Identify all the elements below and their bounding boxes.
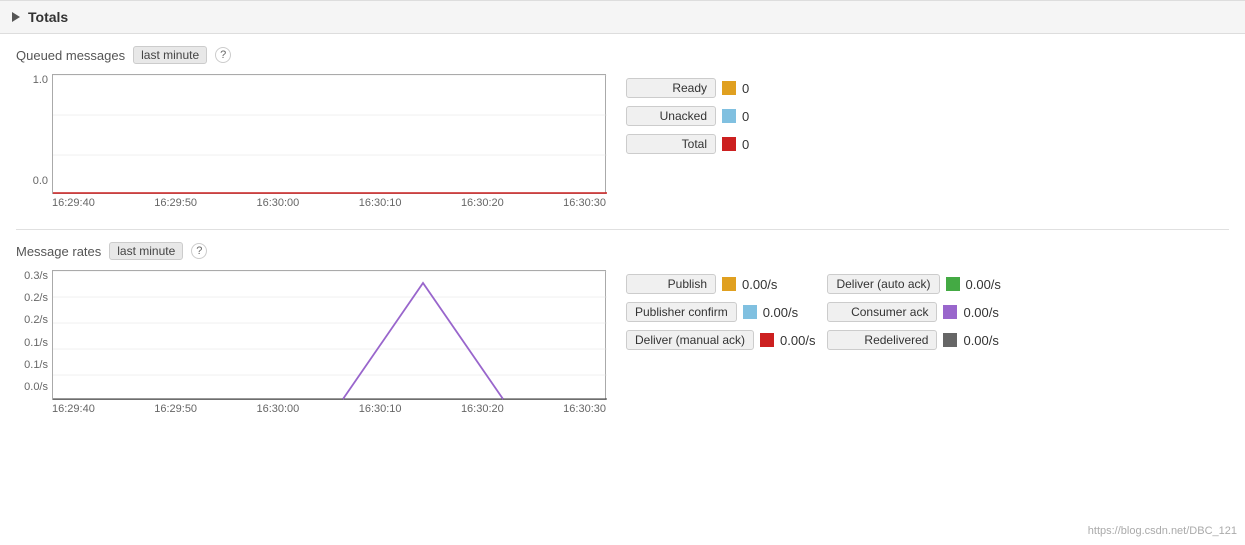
x-rate-label-4: 16:30:10: [359, 403, 402, 415]
legend-publish-color: [722, 277, 736, 291]
queued-messages-x-axis: 16:29:40 16:29:50 16:30:00 16:30:10 16:3…: [52, 194, 606, 209]
legend-publisher-confirm-label[interactable]: Publisher confirm: [626, 302, 737, 322]
legend-publisher-confirm-value: 0.00/s: [763, 305, 798, 320]
legend-ready-value: 0: [742, 81, 762, 96]
legend-publisher-confirm: Publisher confirm 0.00/s: [626, 302, 815, 322]
x-label-4: 16:30:10: [359, 197, 402, 209]
legend-unacked: Unacked 0: [626, 106, 762, 126]
x-rate-label-5: 16:30:20: [461, 403, 504, 415]
message-rates-help[interactable]: ?: [191, 243, 207, 259]
legend-ready: Ready 0: [626, 78, 762, 98]
legend-consumer-ack-color: [943, 305, 957, 319]
y-rate-1: 0.0/s: [24, 381, 48, 393]
legend-deliver-auto: Deliver (auto ack) 0.00/s: [827, 274, 1000, 294]
legend-redelivered-color: [943, 333, 957, 347]
legend-deliver-manual: Deliver (manual ack) 0.00/s: [626, 330, 815, 350]
x-label-1: 16:29:40: [52, 197, 95, 209]
queued-messages-chart-row: 1.0 0.0 16:29:40 16:29:50 16:30:00 16:30…: [16, 74, 1229, 209]
y-rate-2: 0.1/s: [24, 359, 48, 371]
queued-messages-help[interactable]: ?: [215, 47, 231, 63]
x-label-5: 16:30:20: [461, 197, 504, 209]
message-rates-chart: [52, 270, 606, 400]
message-rates-x-axis: 16:29:40 16:29:50 16:30:00 16:30:10 16:3…: [52, 400, 606, 415]
legend-ready-label[interactable]: Ready: [626, 78, 716, 98]
x-rate-label-6: 16:30:30: [563, 403, 606, 415]
queued-messages-y-axis: 1.0 0.0: [16, 74, 48, 187]
rates-legend-left: Publish 0.00/s Publisher confirm 0.00/s …: [626, 274, 815, 350]
y-label-bottom: 0.0: [33, 175, 48, 187]
y-rate-3: 0.1/s: [24, 337, 48, 349]
message-rates-chart-container: 0.3/s 0.2/s 0.2/s 0.1/s 0.1/s 0.0/s: [16, 270, 606, 415]
queued-messages-svg: [53, 75, 607, 195]
message-rates-chart-row: 0.3/s 0.2/s 0.2/s 0.1/s 0.1/s 0.0/s: [16, 270, 1229, 415]
y-rate-5: 0.2/s: [24, 292, 48, 304]
totals-section-header[interactable]: Totals: [0, 0, 1245, 34]
legend-consumer-ack: Consumer ack 0.00/s: [827, 302, 1000, 322]
x-label-3: 16:30:00: [256, 197, 299, 209]
x-label-6: 16:30:30: [563, 197, 606, 209]
message-rates-title-row: Message rates last minute ?: [16, 242, 1229, 260]
legend-deliver-manual-color: [760, 333, 774, 347]
legend-total-color: [722, 137, 736, 151]
legend-consumer-ack-label[interactable]: Consumer ack: [827, 302, 937, 322]
legend-total-value: 0: [742, 137, 762, 152]
message-rates-svg: [53, 271, 607, 401]
message-rates-y-axis: 0.3/s 0.2/s 0.2/s 0.1/s 0.1/s 0.0/s: [16, 270, 48, 393]
rates-legend-right: Deliver (auto ack) 0.00/s Consumer ack 0…: [827, 274, 1000, 350]
legend-redelivered-value: 0.00/s: [963, 333, 998, 348]
legend-publish-value: 0.00/s: [742, 277, 777, 292]
x-label-2: 16:29:50: [154, 197, 197, 209]
message-rates-badge[interactable]: last minute: [109, 242, 183, 260]
legend-unacked-value: 0: [742, 109, 762, 124]
legend-deliver-auto-color: [946, 277, 960, 291]
x-rate-label-1: 16:29:40: [52, 403, 95, 415]
legend-deliver-manual-value: 0.00/s: [780, 333, 815, 348]
message-rates-legend: Publish 0.00/s Publisher confirm 0.00/s …: [626, 274, 1001, 350]
legend-publish: Publish 0.00/s: [626, 274, 815, 294]
queued-messages-section: Queued messages last minute ? 1.0 0.0: [0, 34, 1245, 415]
collapse-icon: [12, 12, 20, 22]
section-divider: [16, 229, 1229, 230]
y-rate-4: 0.2/s: [24, 314, 48, 326]
legend-ready-color: [722, 81, 736, 95]
x-rate-label-3: 16:30:00: [256, 403, 299, 415]
section-title: Totals: [28, 9, 68, 25]
queued-messages-chart-container: 1.0 0.0 16:29:40 16:29:50 16:30:00 16:30…: [16, 74, 606, 209]
legend-unacked-color: [722, 109, 736, 123]
legend-deliver-auto-label[interactable]: Deliver (auto ack): [827, 274, 939, 294]
queued-messages-badge[interactable]: last minute: [133, 46, 207, 64]
y-label-top: 1.0: [33, 74, 48, 86]
legend-consumer-ack-value: 0.00/s: [963, 305, 998, 320]
legend-publish-label[interactable]: Publish: [626, 274, 716, 294]
queued-messages-title: Queued messages last minute ?: [16, 46, 1229, 64]
legend-deliver-auto-value: 0.00/s: [966, 277, 1001, 292]
y-rate-6: 0.3/s: [24, 270, 48, 282]
x-rate-label-2: 16:29:50: [154, 403, 197, 415]
queued-messages-legend: Ready 0 Unacked 0 Total 0: [626, 78, 762, 154]
legend-deliver-manual-label[interactable]: Deliver (manual ack): [626, 330, 754, 350]
legend-total: Total 0: [626, 134, 762, 154]
legend-unacked-label[interactable]: Unacked: [626, 106, 716, 126]
legend-redelivered: Redelivered 0.00/s: [827, 330, 1000, 350]
message-rates-label: Message rates: [16, 244, 101, 259]
legend-publisher-confirm-color: [743, 305, 757, 319]
legend-total-label[interactable]: Total: [626, 134, 716, 154]
legend-redelivered-label[interactable]: Redelivered: [827, 330, 937, 350]
queued-messages-chart: [52, 74, 606, 194]
queued-messages-label: Queued messages: [16, 48, 125, 63]
watermark: https://blog.csdn.net/DBC_121: [1088, 525, 1237, 537]
